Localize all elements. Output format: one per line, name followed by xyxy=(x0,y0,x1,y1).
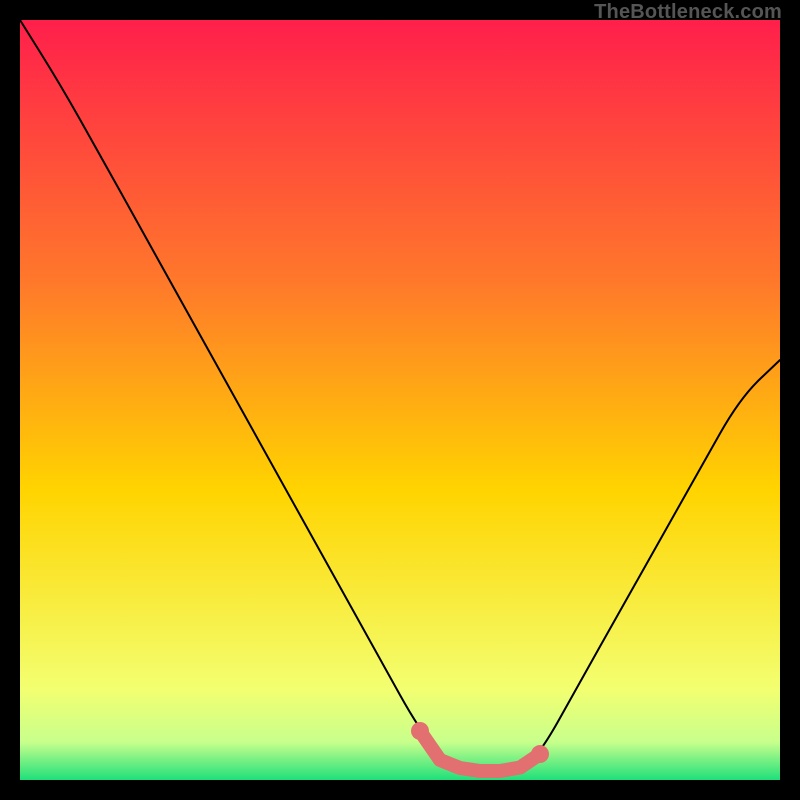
chart-plot xyxy=(20,20,780,780)
chart-frame: TheBottleneck.com xyxy=(0,0,800,800)
chart-background xyxy=(20,20,780,780)
